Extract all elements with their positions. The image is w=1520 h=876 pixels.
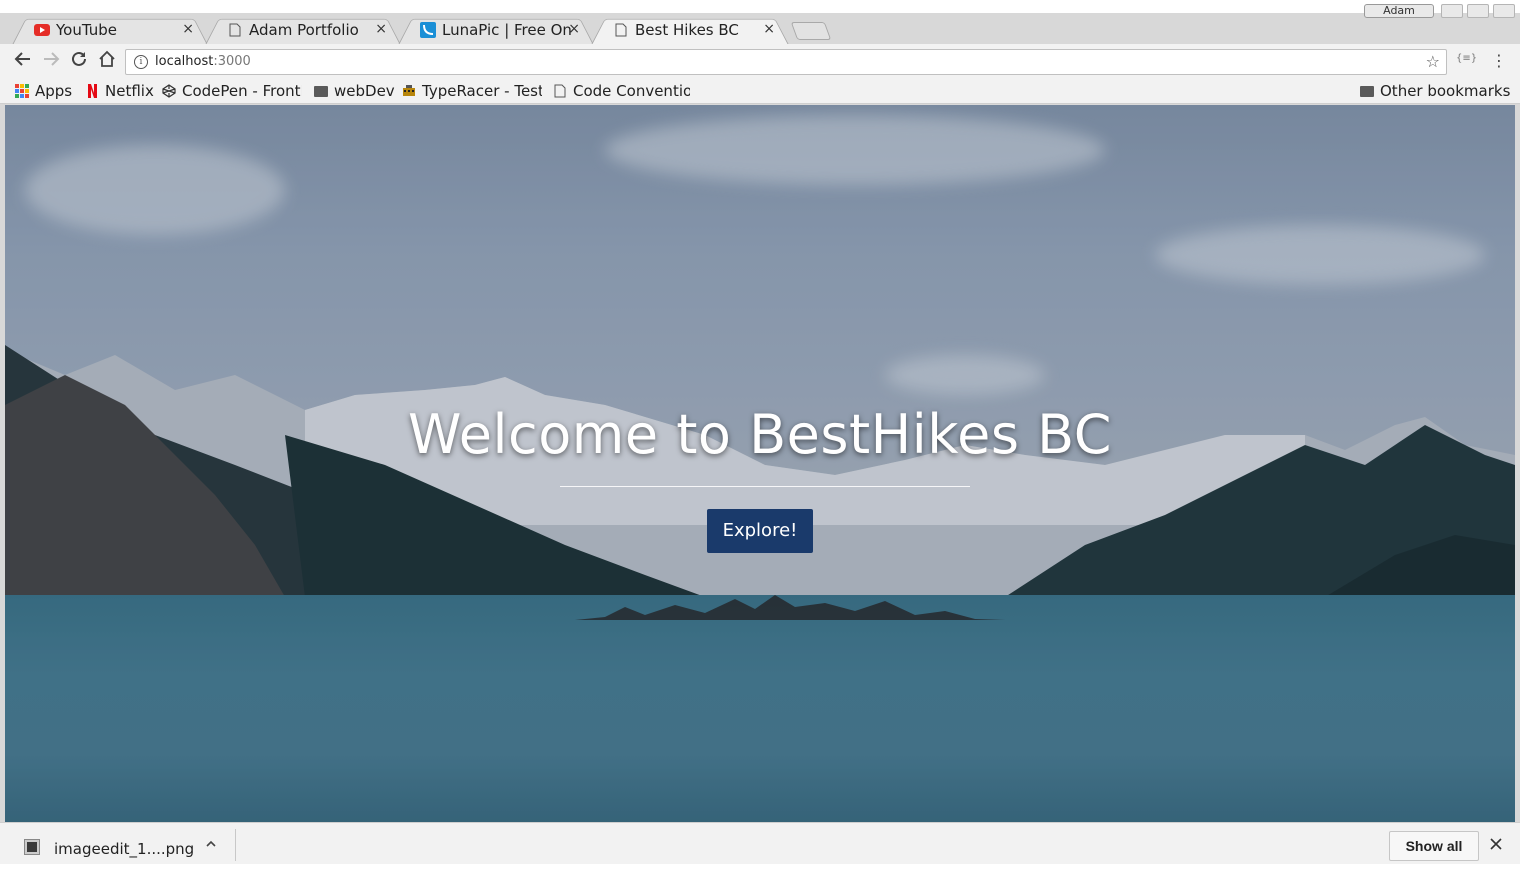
bookmark-codepen[interactable]: CodePen - Front E <box>162 81 302 101</box>
close-tab-icon[interactable]: × <box>568 21 580 37</box>
site-info-icon[interactable]: i <box>134 55 148 69</box>
explore-button[interactable]: Explore! <box>707 509 813 553</box>
bookmark-code-convention[interactable]: Code Convention <box>553 81 690 101</box>
page-icon <box>613 22 629 38</box>
profile-button[interactable]: Adam <box>1364 4 1434 18</box>
download-bar: imageedit_1....png Show all <box>0 822 1520 864</box>
address-bar[interactable]: i localhost:3000 ☆ <box>125 49 1447 75</box>
bookmark-apps[interactable]: Apps <box>15 81 72 101</box>
bookmark-star-icon[interactable]: ☆ <box>1426 52 1440 71</box>
hero-title: Welcome to BestHikes BC <box>408 403 1112 466</box>
tab-title: LunaPic | Free Onlin <box>442 20 572 39</box>
forward-arrow-icon[interactable] <box>40 50 62 72</box>
window-close-button[interactable] <box>1493 4 1515 18</box>
window-frame-right <box>1515 104 1520 822</box>
bookmark-typeracer[interactable]: TypeRacer - Test y <box>402 81 542 101</box>
browser-window: YouTube × Adam Portfolio × LunaPic | Fre… <box>0 0 1520 876</box>
page-icon <box>227 22 243 38</box>
image-file-icon <box>24 839 40 855</box>
new-tab-button[interactable] <box>790 22 832 40</box>
bookmark-netflix[interactable]: Netflix <box>85 81 154 101</box>
apps-grid-icon <box>15 84 29 98</box>
typeracer-icon <box>402 84 416 98</box>
netflix-icon <box>85 84 99 98</box>
reload-icon[interactable] <box>68 50 90 72</box>
download-file-name[interactable]: imageedit_1....png <box>54 840 194 858</box>
folder-icon <box>1360 85 1374 97</box>
window-top-edge <box>0 0 1520 13</box>
extension-icon[interactable]: {≡} <box>1456 53 1477 64</box>
divider <box>235 829 236 861</box>
close-tab-icon[interactable]: × <box>763 21 775 37</box>
bookmark-webdev-folder[interactable]: webDev <box>314 81 395 101</box>
maximize-button[interactable] <box>1467 4 1489 18</box>
close-tab-icon[interactable]: × <box>182 21 194 37</box>
close-tab-icon[interactable]: × <box>375 21 387 37</box>
show-all-downloads-button[interactable]: Show all <box>1389 831 1479 861</box>
tab-adam-portfolio[interactable]: Adam Portfolio × <box>205 14 401 45</box>
home-icon[interactable] <box>96 50 118 72</box>
hero-divider <box>560 486 970 487</box>
youtube-icon <box>34 22 50 38</box>
tab-lunapic[interactable]: LunaPic | Free Onlin × <box>398 14 594 45</box>
window-bottom-edge <box>0 864 1520 876</box>
browser-menu-icon[interactable]: ⋮ <box>1491 52 1507 70</box>
tab-best-hikes-bc[interactable]: Best Hikes BC × <box>591 14 789 45</box>
tab-title: Adam Portfolio <box>249 20 359 39</box>
minimize-button[interactable] <box>1441 4 1463 18</box>
lunapic-icon <box>420 21 436 38</box>
codepen-icon <box>162 84 176 98</box>
close-icon[interactable] <box>1490 835 1502 854</box>
page-viewport: Welcome to BestHikes BC Explore! <box>5 105 1515 822</box>
folder-icon <box>314 85 328 97</box>
tab-title: YouTube <box>56 20 117 39</box>
bookmarks-bar: Apps Netflix CodePen - Front E webDev Ty… <box>0 78 1520 104</box>
tab-youtube[interactable]: YouTube × <box>12 14 208 45</box>
chevron-up-icon[interactable] <box>205 838 217 854</box>
tab-title: Best Hikes BC <box>635 20 739 39</box>
other-bookmarks[interactable]: Other bookmarks <box>1360 81 1510 101</box>
address-text: localhost:3000 <box>155 54 251 69</box>
back-arrow-icon[interactable] <box>12 50 34 72</box>
page-icon <box>553 84 567 98</box>
tab-strip: YouTube × Adam Portfolio × LunaPic | Fre… <box>0 0 1520 45</box>
